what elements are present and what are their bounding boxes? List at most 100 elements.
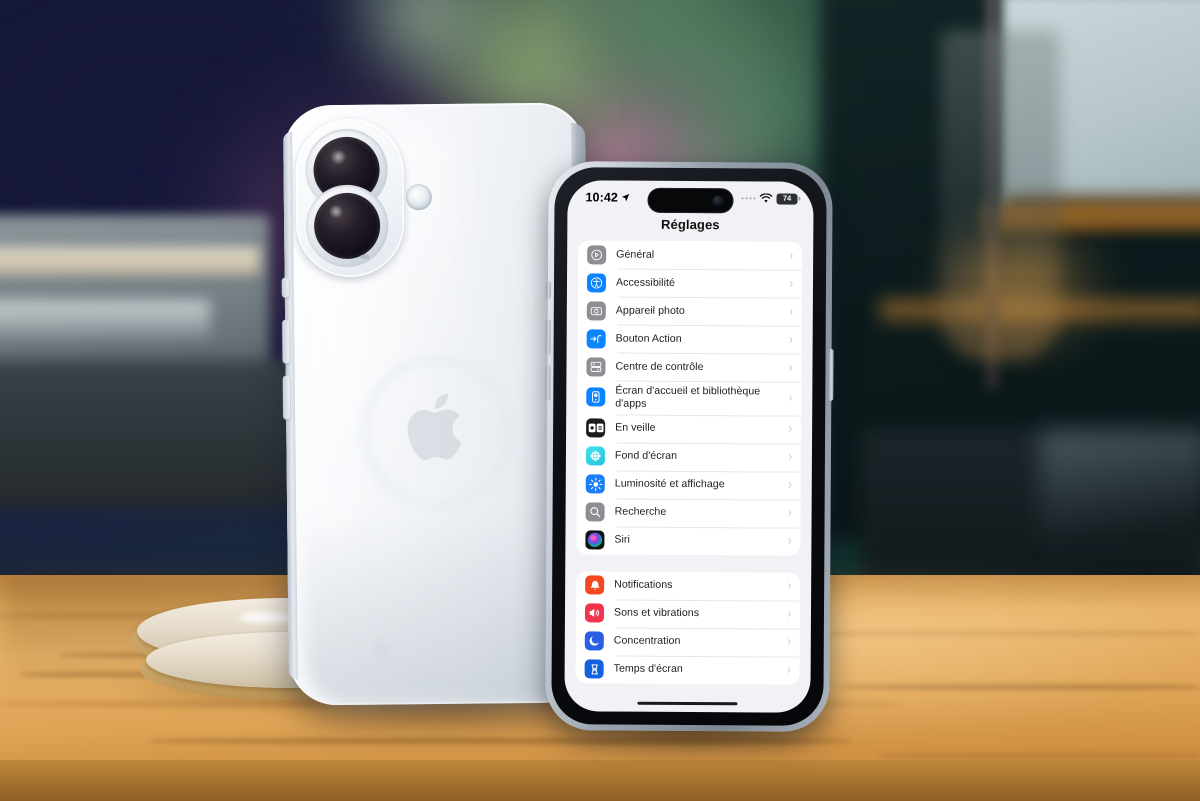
white-phone-bottom-shade	[303, 512, 576, 706]
settings-row-wallpaper[interactable]: Fond d'écran ›	[577, 442, 801, 471]
camera-microphone	[360, 254, 370, 259]
settings-row-standby[interactable]: En veille ›	[577, 414, 801, 443]
camera-flash-icon	[405, 184, 432, 211]
settings-row-notifications[interactable]: Notifications ›	[576, 571, 800, 600]
settings-row-label: Notifications	[614, 578, 673, 592]
chevron-right-icon: ›	[789, 360, 793, 376]
status-time-group: 10:42	[585, 190, 631, 205]
settings-row-siri[interactable]: Siri ›	[576, 526, 800, 555]
iphone-screen[interactable]: 10:42 74 Réglages Général › Accessibilit…	[564, 180, 814, 713]
front-camera-icon	[712, 195, 724, 207]
settings-row-label: En veille	[615, 421, 656, 435]
chevron-right-icon: ›	[788, 534, 792, 549]
settings-row-label: Sons et vibrations	[613, 606, 700, 620]
page-title: Réglages	[660, 216, 720, 233]
settings-row-general[interactable]: Général ›	[578, 240, 802, 269]
settings-row-label: Appareil photo	[615, 304, 685, 317]
settings-row-label: Accessibilité	[615, 276, 675, 289]
chevron-right-icon: ›	[787, 635, 791, 650]
settings-row-label: Général	[616, 248, 655, 261]
action-button[interactable]	[545, 281, 552, 300]
accessibility-icon	[586, 272, 607, 292]
action-button[interactable]	[281, 277, 289, 298]
battery-level: 74	[782, 193, 792, 203]
action-button-icon	[586, 328, 606, 348]
search-icon	[585, 502, 605, 522]
chevron-right-icon: ›	[788, 478, 792, 493]
settings-row-label: Luminosité et affichage	[614, 477, 725, 491]
settings-row-control-center[interactable]: Centre de contrôle ›	[577, 352, 801, 381]
appliance-highlight	[0, 300, 210, 340]
moon-icon	[584, 631, 604, 651]
gear-icon	[587, 244, 607, 264]
chevron-right-icon: ›	[787, 663, 791, 678]
volume-down-button[interactable]	[545, 365, 551, 402]
chevron-right-icon: ›	[788, 450, 792, 465]
location-arrow-icon	[622, 193, 630, 202]
white-phone-body	[281, 102, 592, 706]
settings-row-accessibility[interactable]: Accessibilité ›	[578, 268, 802, 297]
black-phone-frame: 10:42 74 Réglages Général › Accessibilit…	[545, 161, 834, 732]
speaker-icon	[584, 603, 605, 623]
volume-up-button[interactable]	[545, 319, 551, 356]
settings-row-brightness[interactable]: Luminosité et affichage ›	[577, 470, 801, 499]
home-indicator[interactable]	[637, 701, 738, 706]
settings-row-label: Bouton Action	[615, 332, 682, 345]
siri-icon	[585, 530, 605, 550]
chevron-right-icon: ›	[789, 276, 794, 292]
bell-icon	[585, 575, 605, 595]
settings-row-home-screen[interactable]: Écran d'accueil et bibliothèque d'apps ›	[577, 380, 801, 415]
settings-row-screen-time[interactable]: Temps d'écran ›	[576, 655, 800, 684]
settings-row-label: Recherche	[614, 505, 667, 519]
settings-row-label: Concentration	[613, 634, 681, 648]
brightness-icon	[585, 474, 605, 494]
settings-row-sounds[interactable]: Sons et vibrations ›	[576, 599, 800, 628]
volume-up-button[interactable]	[282, 319, 290, 364]
settings-row-label: Centre de contrôle	[615, 360, 704, 373]
camera-icon	[586, 300, 606, 320]
dynamic-island	[647, 187, 734, 214]
settings-row-action-button[interactable]: Bouton Action ›	[578, 324, 802, 353]
chevron-right-icon: ›	[789, 304, 793, 320]
hourglass-icon	[584, 659, 604, 679]
settings-row-search[interactable]: Recherche ›	[577, 498, 801, 527]
chevron-right-icon: ›	[788, 506, 792, 521]
settings-group-notifications: Notifications › Sons et vibrations › Con…	[575, 571, 801, 685]
status-indicators: 74	[741, 193, 798, 205]
lens-specular	[329, 149, 348, 165]
status-bar: 10:42 74	[567, 180, 813, 214]
settings-row-label: Écran d'accueil et bibliothèque d'apps	[615, 384, 761, 410]
wallpaper-icon	[585, 446, 605, 466]
iphone-black-front[interactable]: 10:42 74 Réglages Général › Accessibilit…	[535, 161, 846, 755]
apple-logo-icon	[407, 393, 462, 460]
battery-icon: 74	[776, 193, 798, 205]
wood-grain	[880, 752, 1200, 759]
settings-row-focus[interactable]: Concentration ›	[576, 627, 800, 656]
left-counter	[0, 247, 260, 275]
chevron-right-icon: ›	[788, 422, 793, 437]
camera-plateau	[295, 118, 405, 278]
cellular-signal-icon	[741, 197, 756, 200]
chevron-right-icon: ›	[787, 607, 792, 622]
settings-row-label: Temps d'écran	[613, 662, 683, 676]
wifi-icon	[759, 193, 773, 203]
home-screen-icon	[586, 387, 606, 407]
settings-list[interactable]: Général › Accessibilité › Appareil photo…	[565, 240, 814, 685]
settings-row-label: Siri	[614, 533, 630, 547]
iphone-white-rear[interactable]	[270, 102, 612, 732]
lens-specular	[327, 204, 345, 219]
settings-row-camera[interactable]: Appareil photo ›	[578, 296, 802, 325]
chevron-right-icon: ›	[789, 332, 793, 348]
side-power-button[interactable]	[828, 348, 834, 401]
black-phone-bezel: 10:42 74 Réglages Général › Accessibilit…	[551, 167, 827, 726]
volume-down-button[interactable]	[282, 375, 291, 420]
photo-scene: 10:42 74 Réglages Général › Accessibilit…	[0, 0, 1200, 801]
records-highlight	[1040, 430, 1200, 560]
chevron-right-icon: ›	[789, 248, 794, 264]
appliance-shadow	[0, 360, 300, 510]
chevron-right-icon: ›	[787, 579, 792, 594]
standby-icon	[586, 418, 606, 438]
settings-row-label: Fond d'écran	[614, 449, 678, 463]
chevron-right-icon: ›	[788, 391, 793, 406]
settings-group-system: Général › Accessibilité › Appareil photo…	[576, 240, 803, 556]
